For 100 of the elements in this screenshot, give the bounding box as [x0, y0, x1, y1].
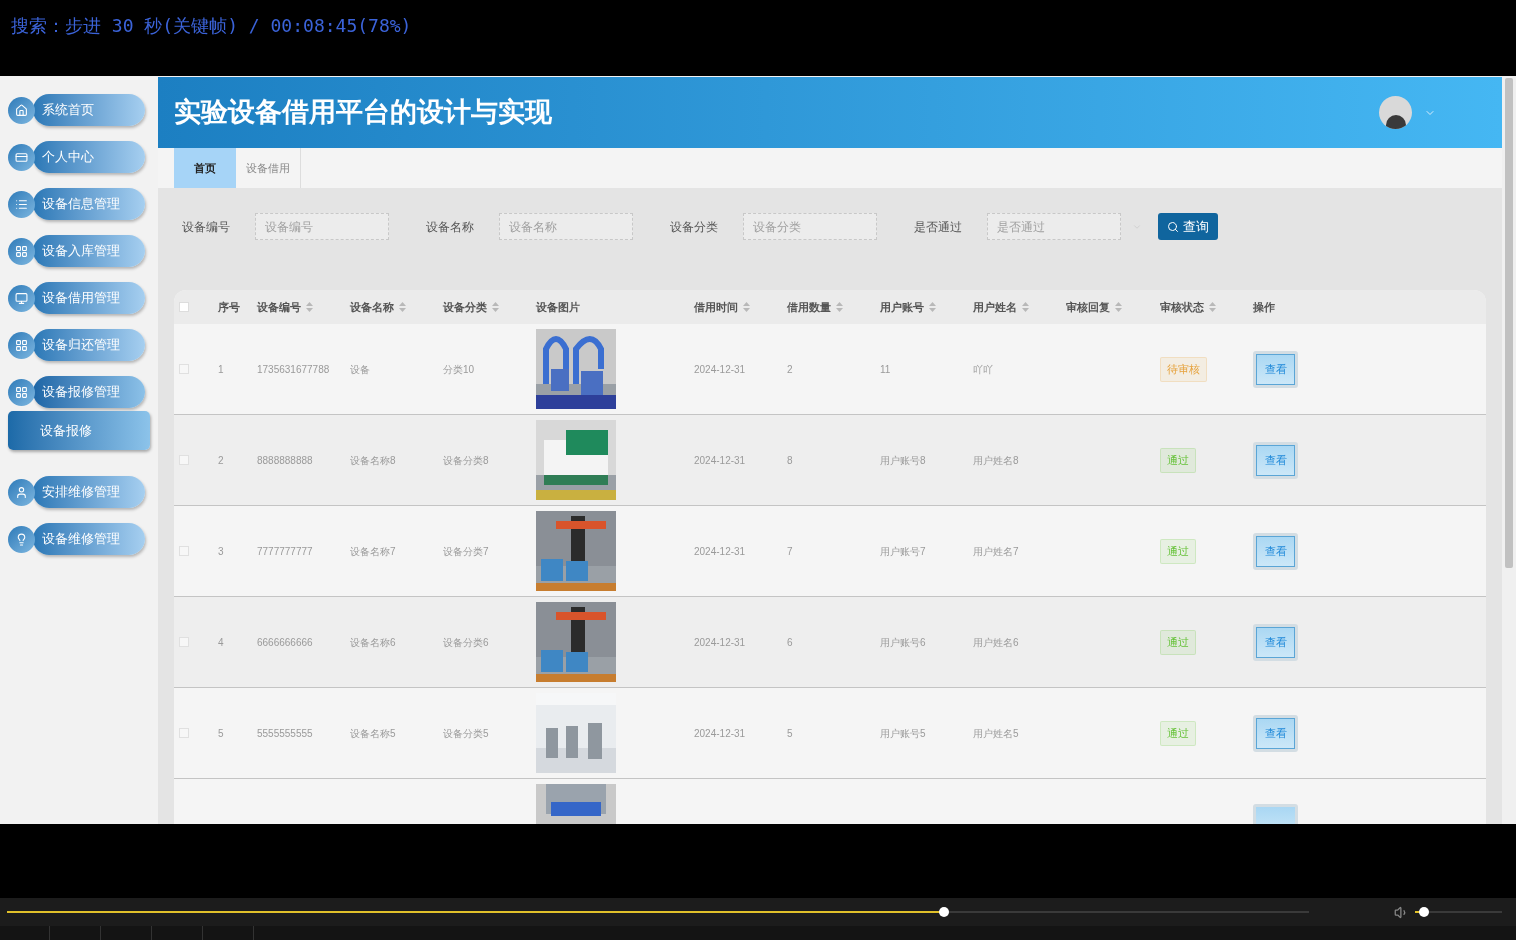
search-button[interactable]: 查询	[1158, 213, 1218, 240]
menu-icon	[15, 532, 28, 546]
column-header[interactable]: 借用数量	[787, 298, 843, 316]
table-cell-text: 设备分类6	[443, 635, 490, 650]
sort-icon[interactable]	[1022, 302, 1029, 312]
table-cell-text: 用户姓名7	[973, 544, 1020, 559]
sort-icon[interactable]	[1209, 302, 1216, 312]
search-icon	[1167, 220, 1179, 233]
status-tag: 通过	[1160, 539, 1196, 564]
sort-icon[interactable]	[306, 302, 313, 312]
table-cell-text: 8	[787, 453, 794, 468]
sidebar-item[interactable]: 设备维修管理	[33, 523, 145, 555]
select-field[interactable]: 是否通过	[987, 213, 1121, 240]
table-cell-text: 用户账号5	[880, 726, 927, 741]
table-cell-text: 5	[787, 726, 794, 741]
input-field[interactable]: 设备分类	[743, 213, 877, 240]
menu-icon	[15, 385, 28, 399]
table-cell-text: 用户账号6	[880, 635, 927, 650]
volume-thumb[interactable]	[1418, 907, 1429, 917]
column-header[interactable]: 审核状态	[1160, 298, 1216, 316]
table-cell-text: 2	[218, 453, 225, 468]
table-cell-text: 8888888888	[257, 453, 314, 468]
filter-label: 设备编号	[182, 218, 231, 236]
sidebar-item[interactable]: 个人中心	[33, 141, 145, 173]
view-button[interactable]: 查看	[1253, 623, 1298, 661]
table-cell-text: 1	[218, 362, 225, 377]
sidebar-item[interactable]: 设备归还管理	[33, 329, 145, 361]
table-cell-text: 用户姓名8	[973, 453, 1020, 468]
status-tag: 通过	[1160, 721, 1196, 746]
table-cell-text: 用户姓名6	[973, 635, 1020, 650]
table-cell-text: 设备	[350, 362, 371, 377]
input-field[interactable]: 设备编号	[255, 213, 389, 240]
sidebar-item[interactable]: 安排维修管理	[33, 476, 145, 508]
column-header[interactable]: 设备名称	[350, 298, 406, 316]
seek-thumb[interactable]	[939, 907, 950, 917]
column-header: 序号	[218, 299, 240, 315]
status-tag: 通过	[1160, 448, 1196, 473]
table-cell-text: 用户姓名5	[973, 726, 1020, 741]
table-cell-text: 设备名称7	[350, 544, 397, 559]
avatar[interactable]	[1379, 96, 1412, 129]
column-header[interactable]: 审核回复	[1066, 298, 1122, 316]
table-cell-text: 2024-12-31	[694, 726, 747, 741]
table-cell-text: 用户账号8	[880, 453, 927, 468]
column-header[interactable]: 设备分类	[443, 298, 499, 316]
table-cell-text: 5555555555	[257, 726, 314, 741]
app-title: 实验设备借用平台的设计与实现	[174, 96, 552, 130]
tab[interactable]: 首页	[174, 148, 236, 188]
table-cell-text: 设备分类8	[443, 453, 490, 468]
table-cell-text: 1735631677788	[257, 362, 331, 377]
column-header[interactable]: 用户姓名	[973, 298, 1029, 316]
table-cell-text: 设备分类5	[443, 726, 490, 741]
menu-icon	[15, 197, 28, 211]
menu-icon	[15, 338, 28, 352]
table-cell-text: 7	[787, 544, 794, 559]
table-cell-text: 分类10	[443, 362, 476, 377]
sidebar-item[interactable]: 系统首页	[33, 94, 145, 126]
table-cell-text: 2024-12-31	[694, 362, 747, 377]
sort-icon[interactable]	[743, 302, 750, 312]
menu-icon	[15, 150, 28, 164]
input-field[interactable]: 设备名称	[499, 213, 633, 240]
filter-label: 设备名称	[426, 218, 475, 236]
menu-icon	[15, 485, 28, 499]
status-tag: 通过	[1160, 630, 1196, 655]
playback-status: 搜索：步进 30 秒(关键帧) / 00:08:45(78%)	[11, 15, 412, 36]
view-button[interactable]: 查看	[1253, 441, 1298, 479]
sort-icon[interactable]	[836, 302, 843, 312]
view-button[interactable]: 查看	[1253, 350, 1298, 388]
menu-icon	[15, 244, 28, 258]
sidebar-item[interactable]: 设备报修管理	[33, 376, 145, 408]
sidebar-item[interactable]: 设备借用管理	[33, 282, 145, 314]
sidebar-item[interactable]: 设备入库管理	[33, 235, 145, 267]
menu-icon	[15, 103, 28, 117]
column-header: 操作	[1253, 299, 1275, 315]
sidebar-item[interactable]: 设备信息管理	[33, 188, 145, 220]
table-cell-text: 7777777777	[257, 544, 314, 559]
table-cell-text: 2024-12-31	[694, 544, 747, 559]
filter-label: 是否通过	[914, 218, 963, 236]
table-cell-text: 11	[880, 362, 892, 377]
table-cell-text: 4	[218, 635, 225, 650]
table-cell-text: 用户账号7	[880, 544, 927, 559]
table-cell-text: 2024-12-31	[694, 635, 747, 650]
checkbox[interactable]	[179, 302, 189, 312]
table-cell-text: 2024-12-31	[694, 453, 747, 468]
sort-icon[interactable]	[492, 302, 499, 312]
table-cell-text: 3	[218, 544, 225, 559]
column-header: 设备图片	[536, 299, 580, 315]
menu-icon	[15, 291, 28, 305]
table-cell-text: 2	[787, 362, 794, 377]
view-button[interactable]: 查看	[1253, 714, 1298, 752]
table-cell-text: 设备分类7	[443, 544, 490, 559]
submenu-item[interactable]: 设备报修	[8, 411, 150, 450]
table-cell-text: 设备名称8	[350, 453, 397, 468]
sort-icon[interactable]	[1115, 302, 1122, 312]
sort-icon[interactable]	[399, 302, 406, 312]
filter-label: 设备分类	[670, 218, 719, 236]
column-header[interactable]: 用户账号	[880, 298, 936, 316]
view-button[interactable]: 查看	[1253, 532, 1298, 570]
sort-icon[interactable]	[929, 302, 936, 312]
column-header[interactable]: 借用时间	[694, 298, 750, 316]
column-header[interactable]: 设备编号	[257, 298, 313, 316]
